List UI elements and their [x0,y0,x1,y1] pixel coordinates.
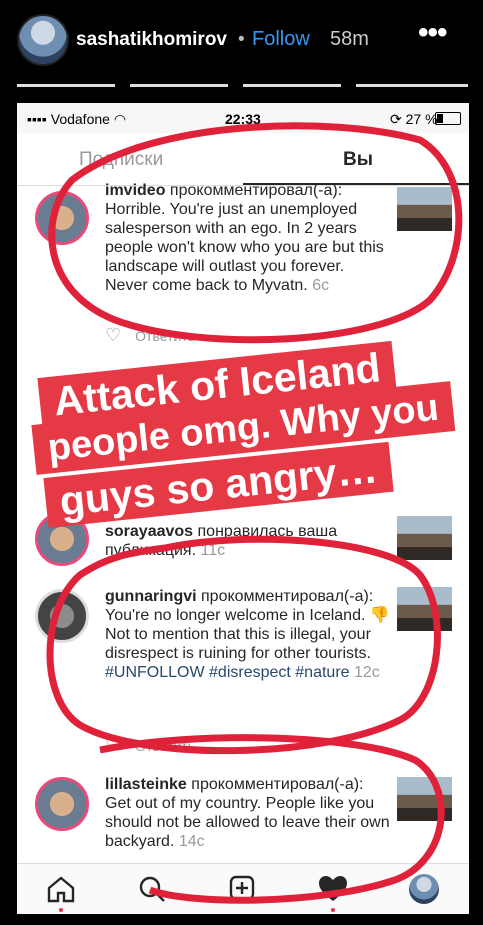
clock: 22:33 [225,111,261,127]
new-post-icon[interactable] [225,874,259,904]
story-header: sashatikhomirov • Follow 58m ••• [0,0,483,90]
more-horizontal-icon[interactable]: ••• [418,16,447,50]
reply-row[interactable]: ♡ Ответить [105,325,195,346]
heart-icon[interactable]: ♡ [105,735,121,756]
activity-tabs: Подписки Вы [17,133,469,186]
avatar[interactable] [35,191,89,245]
story-progress-segment [243,84,341,87]
search-icon[interactable] [135,874,169,904]
reply-row[interactable]: ♡ Ответить [105,735,195,756]
list-item: lillasteinke прокомментировал(-а): Get o… [17,773,469,863]
rotation-lock-icon: ⟳ [390,111,402,127]
carrier-label: ▪▪▪▪ Vodafone ◠ [27,111,127,127]
post-thumbnail[interactable] [397,587,452,631]
avatar[interactable] [35,777,89,831]
post-thumbnail[interactable] [397,777,452,821]
separator-dot: • [238,29,245,50]
notification-text: sorayaavos понравилась ваша публикация. … [105,523,338,559]
story-age: 58m [330,28,369,50]
bottom-nav [17,863,469,914]
battery-label: ⟳ 27 % [390,111,438,127]
status-bar: ▪▪▪▪ Vodafone ◠ 22:33 ⟳ 27 % [17,103,469,133]
follow-button[interactable]: Follow [252,28,310,51]
story-progress-segment [17,84,115,87]
post-thumbnail[interactable] [397,516,452,560]
notification-text: imvideo прокомментировал(-а): Horrible. … [105,182,384,294]
tab-you[interactable]: Вы [343,149,373,171]
heart-icon[interactable] [316,874,350,904]
story-progress-segment [356,84,468,87]
username[interactable]: imvideo [105,182,165,199]
home-icon[interactable] [44,874,78,904]
heart-icon[interactable]: ♡ [105,325,121,346]
notification-text: gunnaringvi прокомментировал(-а): You're… [105,588,390,681]
avatar[interactable] [17,14,69,66]
home-badge [59,908,63,912]
wifi-icon: ◠ [113,111,127,127]
story-username[interactable]: sashatikhomirov [76,29,227,51]
avatar[interactable] [35,589,89,643]
list-item: imvideo прокомментировал(-а): Horrible. … [17,181,469,345]
notification-text: lillasteinke прокомментировал(-а): Get o… [105,776,390,850]
list-item: gunnaringvi прокомментировал(-а): You're… [17,583,469,755]
post-thumbnail[interactable] [397,187,452,231]
profile-icon[interactable] [409,874,439,904]
story-progress-segment [130,84,228,87]
tab-following[interactable]: Подписки [79,149,163,171]
activity-badge [331,908,335,912]
battery-icon [435,112,461,125]
